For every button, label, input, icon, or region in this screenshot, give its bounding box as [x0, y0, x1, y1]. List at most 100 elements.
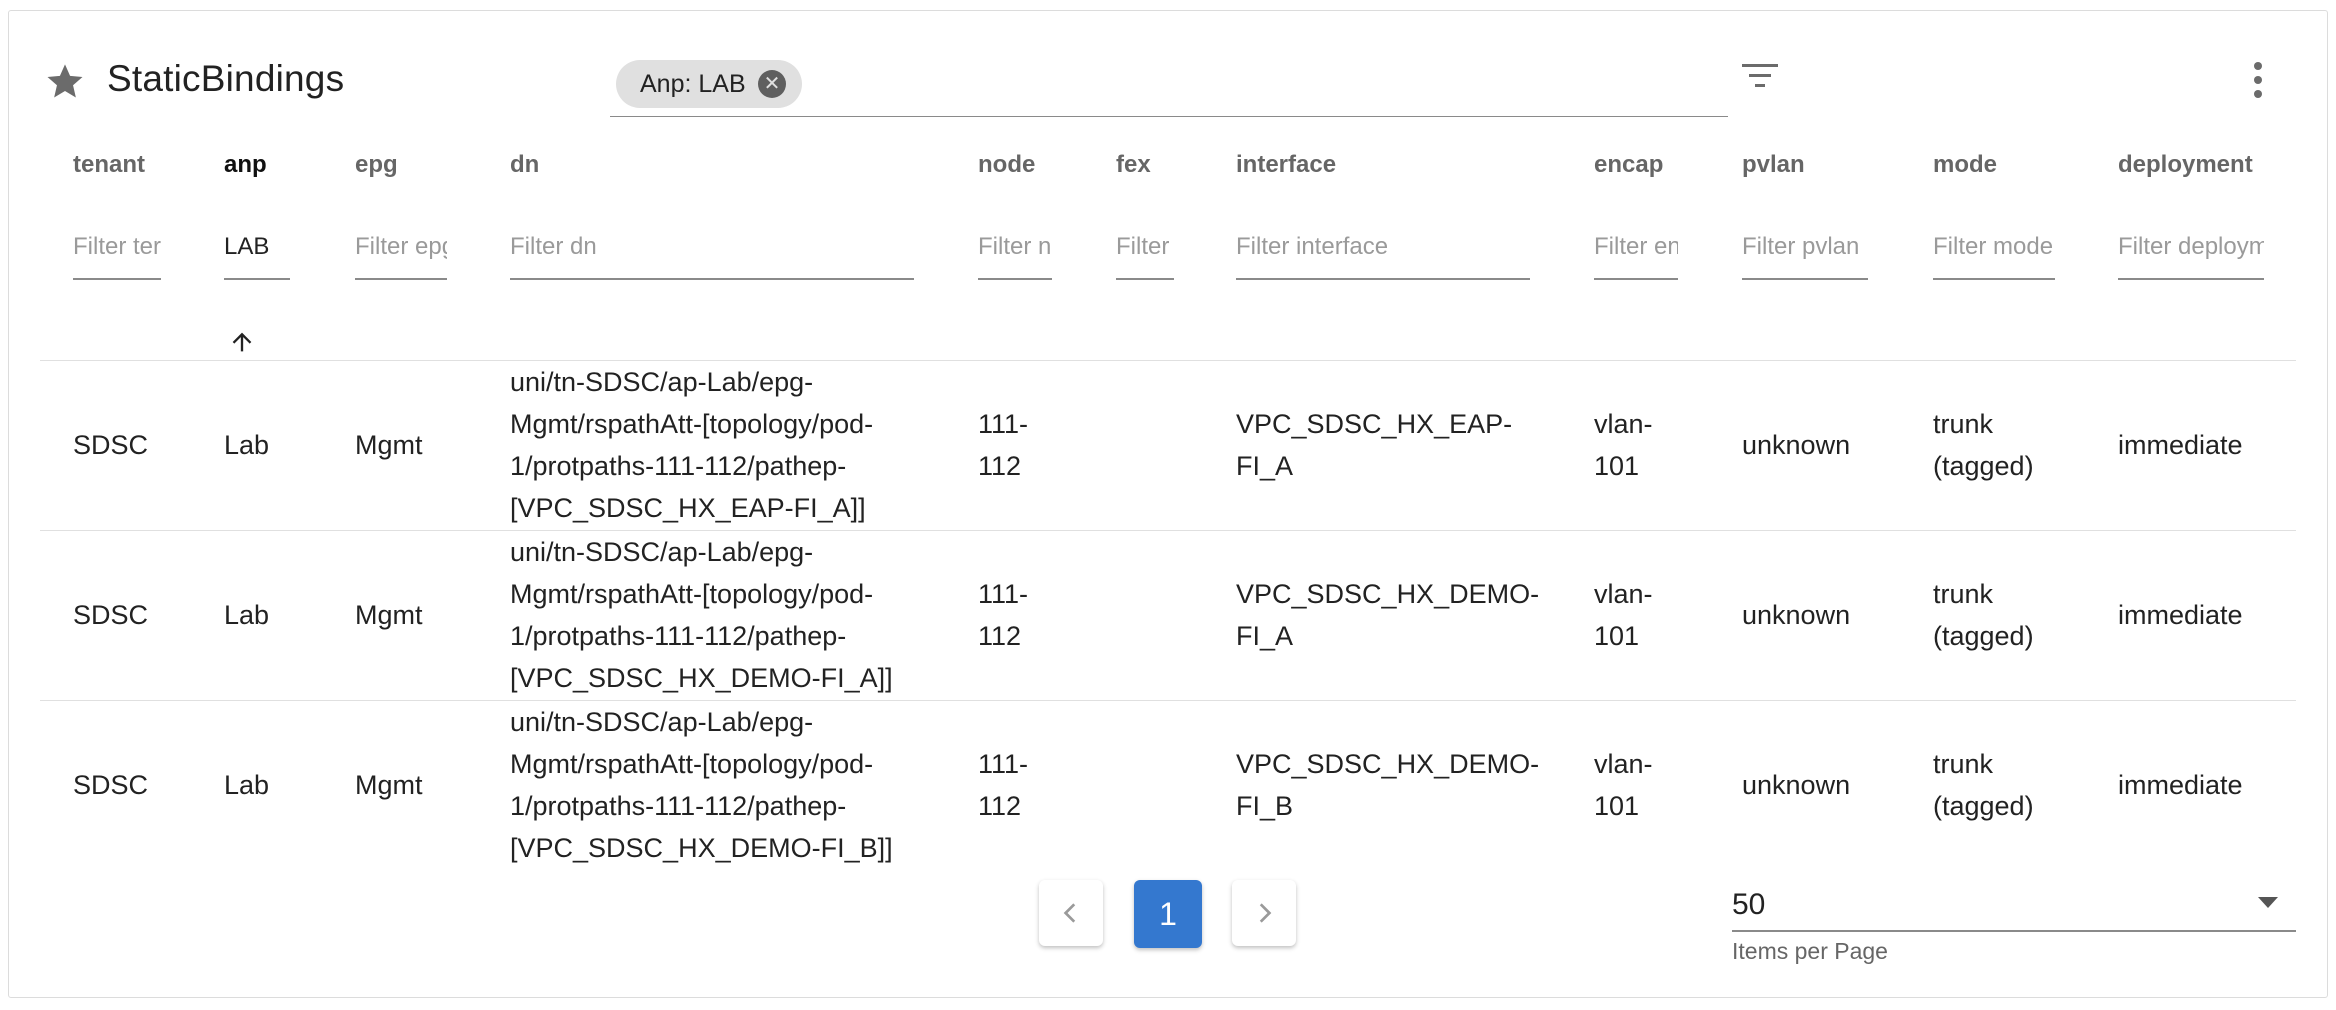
cell-dn-line: uni/tn-SDSC/ap-Lab/epg- [510, 537, 814, 567]
cell-dn-line: [VPC_SDSC_HX_EAP-FI_A]] [510, 493, 866, 523]
prev-page-button[interactable] [1039, 880, 1103, 946]
filter-input-anp[interactable]: LAB [224, 230, 290, 280]
cell-interface-line: VPC_SDSC_HX_DEMO- [1236, 749, 1540, 779]
cell-dn-line: Mgmt/rspathAtt-[topology/pod- [510, 749, 874, 779]
cell-interface-line: VPC_SDSC_HX_DEMO- [1236, 579, 1540, 609]
cell-pvlan: unknown [1742, 770, 1851, 800]
cell-pvlan: unknown [1742, 430, 1851, 460]
cell-interface-line: FI_B [1236, 791, 1294, 821]
filter-input-mode[interactable]: Filter mode [1933, 230, 2055, 280]
cell-encap: vlan- 101 [1594, 743, 1653, 827]
cell-node: 111- 112 [978, 403, 1028, 487]
cell-mode-line: trunk [1933, 579, 1994, 609]
cell-node-line: 111- [978, 579, 1029, 609]
column-header-dn[interactable]: dn [510, 151, 539, 179]
cell-deployment: immediate [2118, 430, 2243, 460]
cell-anp: Lab [224, 600, 270, 630]
items-per-page-select[interactable]: 50 [1732, 888, 1765, 922]
column-header-node[interactable]: node [978, 151, 1035, 179]
filter-list-icon[interactable] [1740, 58, 1780, 94]
column-header-pvlan[interactable]: pvlan [1742, 151, 1805, 179]
filter-input-pvlan[interactable]: Filter pvlan [1742, 230, 1868, 280]
cell-mode: trunk (tagged) [1933, 573, 2034, 657]
cell-encap-line: vlan- [1594, 749, 1653, 779]
row-divider [40, 360, 2296, 361]
cell-dn-line: [VPC_SDSC_HX_DEMO-FI_A]] [510, 663, 893, 693]
cell-encap-line: 101 [1594, 451, 1640, 481]
more-vert-icon[interactable] [2250, 58, 2266, 102]
filter-input-dn[interactable]: Filter dn [510, 230, 914, 280]
filter-chip-label: Anp: LAB [640, 69, 746, 98]
column-header-anp[interactable]: anp [224, 151, 267, 179]
cell-tenant: SDSC [73, 770, 149, 800]
dropdown-caret-icon[interactable] [2258, 897, 2278, 908]
cell-node: 111- 112 [978, 573, 1028, 657]
cell-interface-line: FI_A [1236, 621, 1294, 651]
cell-mode-line: (tagged) [1933, 451, 2034, 481]
column-header-deployment[interactable]: deployment [2118, 151, 2253, 179]
filter-input-fex[interactable]: Filter [1116, 230, 1174, 280]
cell-encap: vlan- 101 [1594, 403, 1653, 487]
close-icon[interactable]: ✕ [758, 70, 786, 98]
cell-dn: uni/tn-SDSC/ap-Lab/epg- Mgmt/rspathAtt-[… [510, 531, 893, 699]
cell-pvlan: unknown [1742, 600, 1851, 630]
cell-tenant: SDSC [73, 430, 149, 460]
page-title: StaticBindings [107, 58, 345, 99]
cell-deployment: immediate [2118, 770, 2243, 800]
filter-input-tenant[interactable]: Filter ter [73, 230, 161, 280]
column-header-interface[interactable]: interface [1236, 151, 1336, 179]
search-filter-bar[interactable] [610, 116, 1728, 117]
cell-mode-line: trunk [1933, 409, 1994, 439]
filter-input-interface[interactable]: Filter interface [1236, 230, 1530, 280]
filter-input-epg[interactable]: Filter epg [355, 230, 447, 280]
cell-node-line: 112 [978, 451, 1022, 481]
filter-input-node[interactable]: Filter n [978, 230, 1052, 280]
cell-epg: Mgmt [355, 600, 423, 630]
cell-dn-line: 1/protpaths-111-112/pathep- [510, 791, 847, 821]
column-header-mode[interactable]: mode [1933, 151, 1997, 179]
cell-node-line: 112 [978, 621, 1022, 651]
filter-input-deployment[interactable]: Filter deploym [2118, 230, 2264, 280]
cell-tenant: SDSC [73, 600, 149, 630]
next-page-button[interactable] [1232, 880, 1296, 946]
column-header-epg[interactable]: epg [355, 151, 398, 179]
cell-mode-line: trunk [1933, 749, 1994, 779]
cell-node-line: 111- [978, 749, 1029, 779]
filter-chip-anp[interactable]: Anp: LAB ✕ [616, 60, 802, 108]
row-divider [40, 530, 2296, 531]
cell-encap: vlan- 101 [1594, 573, 1653, 657]
cell-interface: VPC_SDSC_HX_DEMO- FI_B [1236, 743, 1539, 827]
cell-epg: Mgmt [355, 430, 423, 460]
column-header-fex[interactable]: fex [1116, 151, 1151, 179]
sort-ascending-icon[interactable] [228, 328, 256, 356]
column-header-tenant[interactable]: tenant [73, 151, 145, 179]
cell-dn-line: [VPC_SDSC_HX_DEMO-FI_B]] [510, 833, 893, 863]
cell-dn-line: uni/tn-SDSC/ap-Lab/epg- [510, 707, 814, 737]
cell-dn-line: uni/tn-SDSC/ap-Lab/epg- [510, 367, 814, 397]
cell-anp: Lab [224, 430, 270, 460]
filter-input-encap[interactable]: Filter en [1594, 230, 1678, 280]
cell-interface-line: VPC_SDSC_HX_EAP- [1236, 409, 1513, 439]
chevron-right-icon [1259, 903, 1272, 923]
column-header-encap[interactable]: encap [1594, 151, 1663, 179]
cell-interface: VPC_SDSC_HX_DEMO- FI_A [1236, 573, 1539, 657]
cell-interface-line: FI_A [1236, 451, 1294, 481]
cell-anp: Lab [224, 770, 270, 800]
cell-dn-line: Mgmt/rspathAtt-[topology/pod- [510, 409, 874, 439]
cell-node-line: 111- [978, 409, 1029, 439]
cell-node: 111- 112 [978, 743, 1028, 827]
cell-mode-line: (tagged) [1933, 791, 2034, 821]
cell-dn-line: Mgmt/rspathAtt-[topology/pod- [510, 579, 874, 609]
cell-dn-line: 1/protpaths-111-112/pathep- [510, 451, 847, 481]
page-button-current[interactable]: 1 [1134, 880, 1202, 948]
cell-dn: uni/tn-SDSC/ap-Lab/epg- Mgmt/rspathAtt-[… [510, 701, 893, 869]
cell-mode: trunk (tagged) [1933, 403, 2034, 487]
cell-dn-line: 1/protpaths-111-112/pathep- [510, 621, 847, 651]
chevron-left-icon [1063, 903, 1076, 923]
cell-mode-line: (tagged) [1933, 621, 2034, 651]
items-per-page-label: Items per Page [1732, 938, 1888, 964]
cell-node-line: 112 [978, 791, 1022, 821]
star-icon[interactable] [44, 60, 86, 102]
cell-encap-line: 101 [1594, 791, 1640, 821]
cell-encap-line: vlan- [1594, 409, 1653, 439]
